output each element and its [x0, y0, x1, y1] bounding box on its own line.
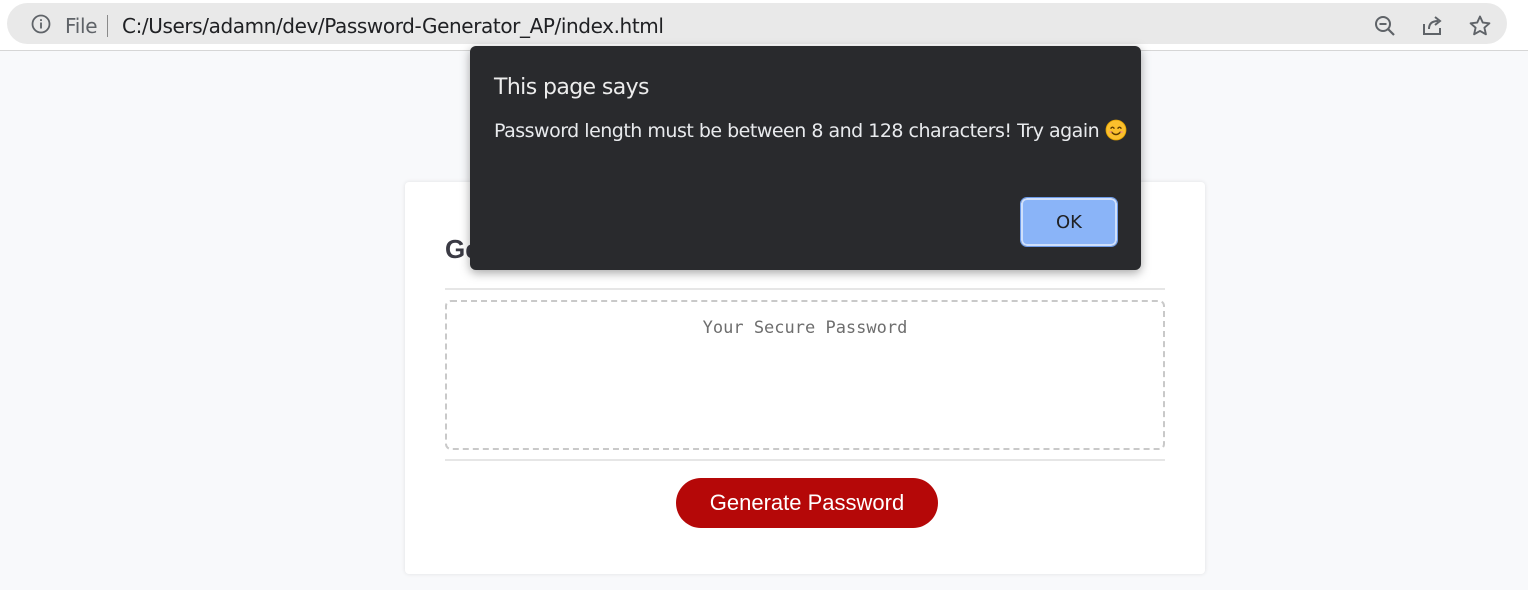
share-icon[interactable] — [1420, 14, 1444, 38]
info-icon[interactable] — [31, 14, 51, 34]
divider — [107, 15, 108, 37]
generate-password-button[interactable]: Generate Password — [676, 478, 938, 528]
browser-toolbar: File C:/Users/adamn/dev/Password-Generat… — [0, 0, 1528, 51]
top-divider — [445, 288, 1165, 290]
dialog-message-row: Password length must be between 8 and 12… — [494, 119, 1127, 142]
url-text[interactable]: C:/Users/adamn/dev/Password-Generator_AP… — [122, 14, 664, 38]
bottom-divider — [445, 459, 1165, 461]
bookmark-star-icon[interactable] — [1468, 14, 1492, 38]
dialog-message: Password length must be between 8 and 12… — [494, 120, 1100, 142]
address-bar[interactable]: File C:/Users/adamn/dev/Password-Generat… — [7, 3, 1507, 44]
dialog-title: This page says — [494, 75, 650, 100]
zoom-out-icon[interactable] — [1373, 14, 1397, 38]
smiling-face-icon — [1105, 119, 1127, 141]
password-output[interactable] — [445, 300, 1165, 450]
scheme-label: File — [65, 14, 98, 38]
alert-dialog: This page says Password length must be b… — [470, 46, 1141, 270]
ok-button[interactable]: OK — [1020, 197, 1118, 247]
